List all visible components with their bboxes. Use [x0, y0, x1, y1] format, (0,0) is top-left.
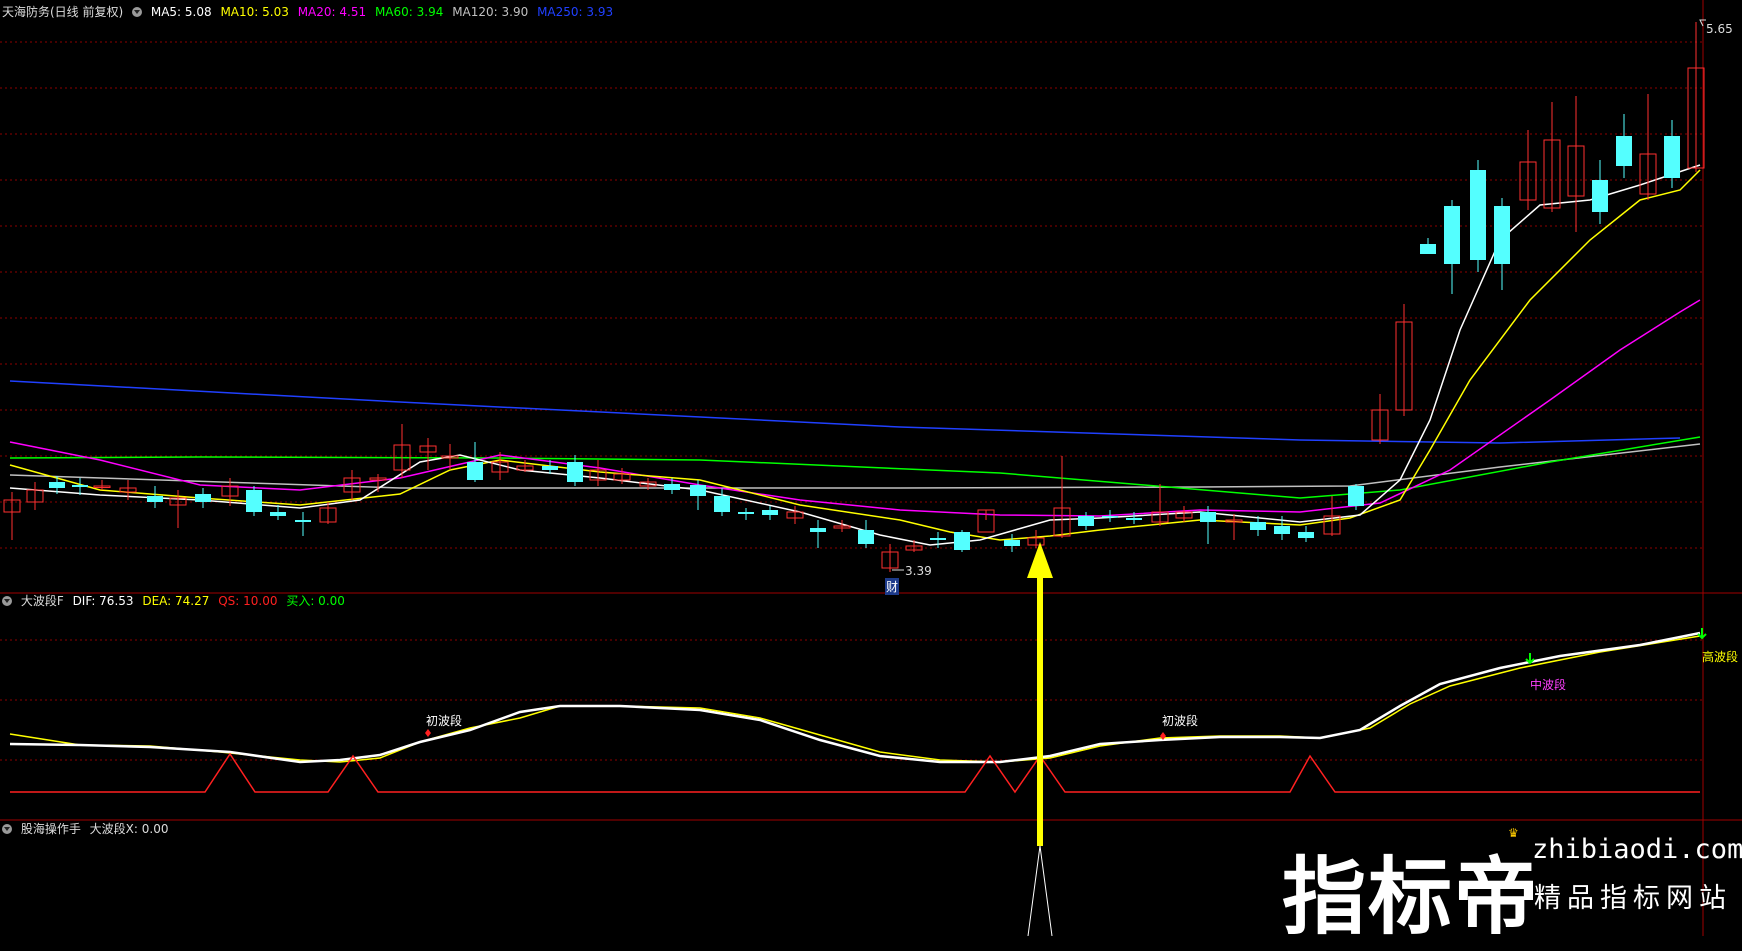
- ma60-value: MA60: 3.94: [374, 5, 444, 19]
- ma5-value: MA5: 5.08: [150, 5, 212, 19]
- ma120-value: MA120: 3.90: [452, 5, 529, 19]
- bottom-panel-value: 大波段X: 0.00: [89, 822, 169, 836]
- stage-label-mid: 中波段: [1530, 678, 1567, 692]
- candle-body: [1126, 518, 1142, 520]
- candle-body: [930, 538, 946, 540]
- candle-body: [567, 462, 583, 482]
- candle-body: [1348, 486, 1364, 506]
- bottom-panel-header: 股海操作手 大波段X: 0.00: [2, 821, 173, 837]
- stock-title: 天海防务(日线 前复权): [2, 5, 124, 19]
- candle-body: [1494, 206, 1510, 264]
- mid-stage-arrow-icon: [1525, 653, 1535, 665]
- bottom-panel-name: 股海操作手: [20, 822, 81, 836]
- candle-body: [664, 484, 680, 490]
- candle-body: [1616, 136, 1632, 166]
- candle-body: [1200, 512, 1216, 522]
- panel-menu-icon[interactable]: [2, 596, 12, 606]
- stage-label-first-2: 初波段: [1162, 714, 1199, 728]
- candle-body: [954, 532, 970, 550]
- candle-body: [246, 490, 262, 512]
- dea-value: DEA: 74.27: [142, 594, 210, 608]
- ma250-line: [9, 380, 1681, 444]
- dif-line: [9, 631, 1701, 764]
- first-stage-marker-icon: [425, 729, 431, 737]
- stage-label-first-1: 初波段: [426, 714, 463, 728]
- ma10-value: MA10: 5.03: [220, 5, 289, 19]
- candle-body: [690, 485, 706, 496]
- watermark-tagline: 精品指标网站: [1534, 883, 1732, 914]
- dea-line: [9, 635, 1701, 763]
- signal-spike: [1027, 845, 1053, 936]
- indicator-panel-header: 大波段F DIF: 76.53 DEA: 74.27 QS: 10.00 买入:…: [2, 593, 350, 609]
- candle-body: [1592, 180, 1608, 212]
- buy-value: 买入: 0.00: [286, 594, 345, 608]
- candle-body: [270, 512, 286, 516]
- candle-body: [1078, 516, 1094, 526]
- candle-body: [147, 496, 163, 502]
- watermark-brand: 指标帝: [1282, 848, 1541, 946]
- qs-value: QS: 10.00: [218, 594, 278, 608]
- candle-body: [1102, 516, 1118, 518]
- candle-body: [858, 530, 874, 544]
- annotation-arrow-icon: [1027, 542, 1053, 578]
- ma20-value: MA20: 4.51: [297, 5, 367, 19]
- ma250-value: MA250: 3.93: [537, 5, 614, 19]
- main-panel-header: 天海防务(日线 前复权) MA5: 5.08 MA10: 5.03 MA20: …: [2, 4, 618, 20]
- panel-menu-icon[interactable]: [132, 7, 143, 17]
- candle-body: [1274, 526, 1290, 534]
- candle-body: [195, 494, 211, 502]
- low-price-label: 3.39: [905, 564, 932, 578]
- finance-marker[interactable]: 财: [885, 578, 900, 595]
- stage-label-high: 高波段: [1702, 650, 1739, 664]
- candle-body: [1420, 244, 1436, 254]
- candle-body: [1470, 170, 1486, 260]
- candle-body: [49, 482, 65, 488]
- candle-body: [1298, 532, 1314, 538]
- crown-icon: ♛: [1508, 826, 1519, 840]
- candle-body: [72, 485, 88, 487]
- indicator-name: 大波段F: [20, 594, 64, 608]
- candle-body: [714, 496, 730, 512]
- high-price-label: 5.65: [1706, 22, 1733, 36]
- candle-body: [1444, 206, 1460, 264]
- candle-body: [1004, 540, 1020, 546]
- candle-body: [467, 462, 483, 480]
- watermark-domain: zhibiaodi.com: [1532, 834, 1742, 865]
- dif-value: DIF: 76.53: [72, 594, 134, 608]
- candlestick-chart[interactable]: [0, 0, 1742, 936]
- candle-body: [542, 466, 558, 470]
- candle-body: [295, 520, 311, 522]
- candle-body: [1250, 522, 1266, 530]
- candle-body: [810, 528, 826, 532]
- panel-menu-icon[interactable]: [2, 824, 12, 834]
- candle-body: [738, 512, 754, 514]
- candle-body: [1664, 136, 1680, 178]
- candle-body: [762, 510, 778, 515]
- annotation-arrow-shaft: [1037, 572, 1043, 846]
